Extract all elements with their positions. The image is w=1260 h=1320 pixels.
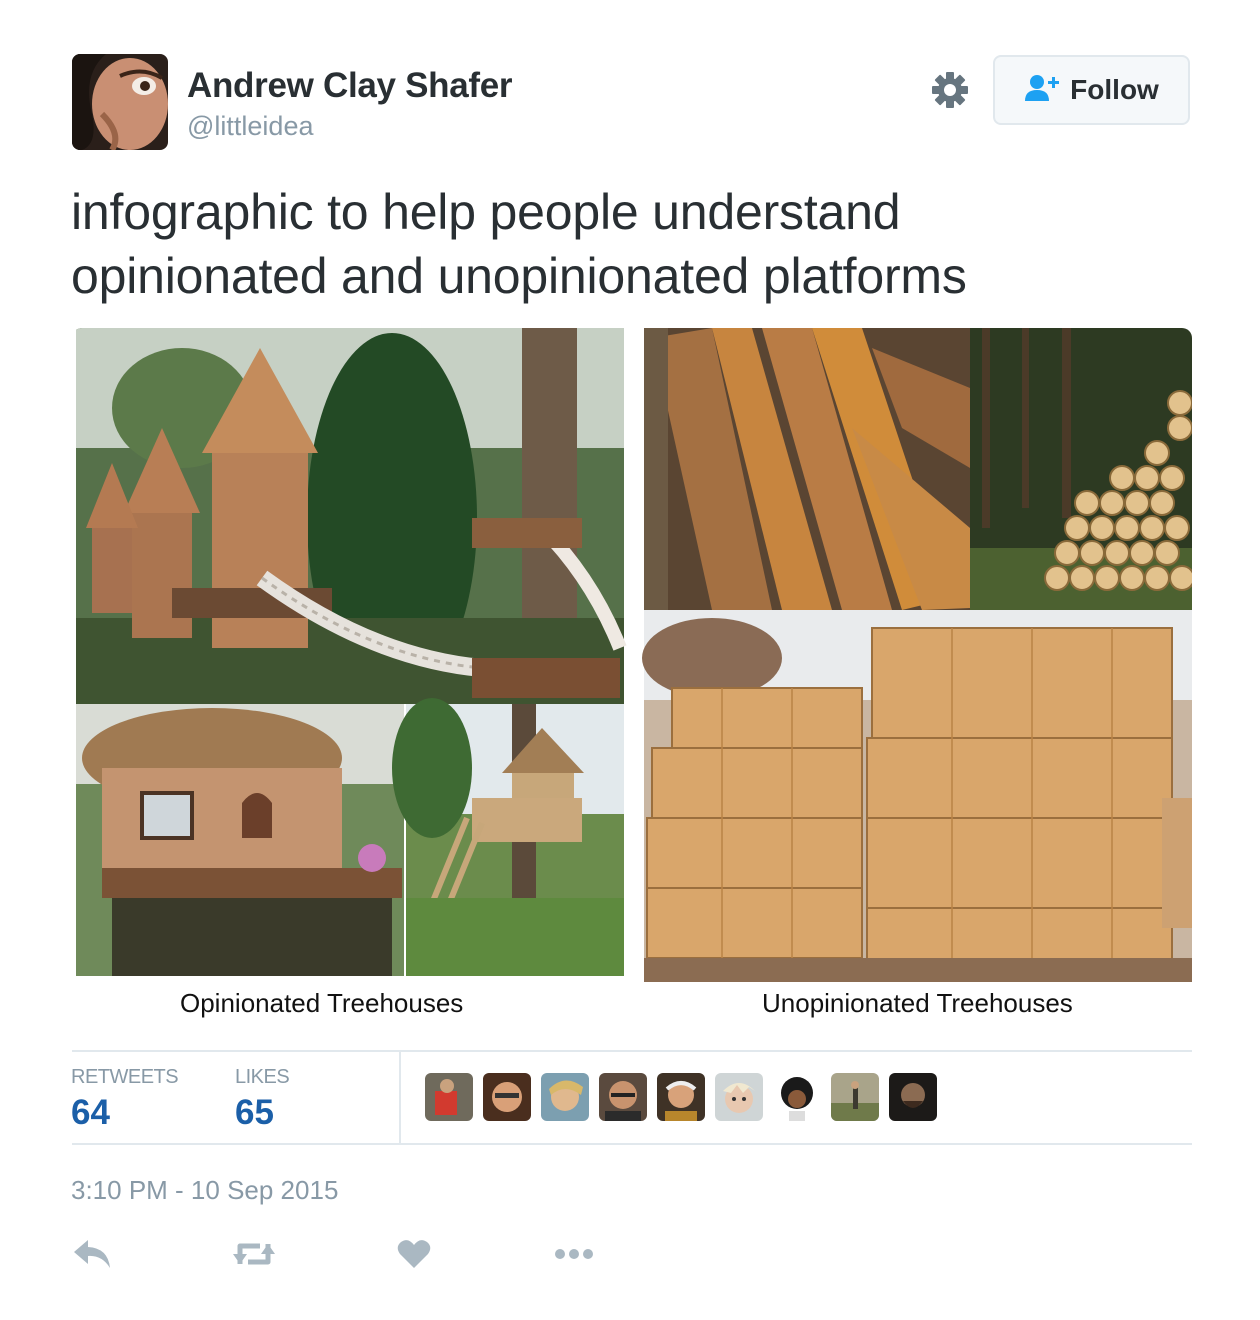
- follow-button[interactable]: Follow: [993, 55, 1190, 125]
- author-avatar[interactable]: [72, 54, 168, 150]
- liker-avatar[interactable]: [483, 1073, 531, 1121]
- divider: [72, 1143, 1192, 1145]
- reply-icon[interactable]: [70, 1232, 114, 1276]
- add-user-icon: [1024, 73, 1060, 108]
- tweet-text-line: infographic to help people understand: [71, 184, 901, 240]
- vertical-divider: [399, 1052, 401, 1144]
- liker-avatar[interactable]: [599, 1073, 647, 1121]
- more-icon[interactable]: [552, 1232, 596, 1276]
- author-name[interactable]: Andrew Clay Shafer: [187, 66, 513, 106]
- tweet-timestamp[interactable]: 3:10 PM - 10 Sep 2015: [71, 1175, 338, 1206]
- left-caption: Opinionated Treehouses: [180, 988, 464, 1018]
- retweet-icon[interactable]: [232, 1232, 276, 1276]
- liker-avatar[interactable]: [831, 1073, 879, 1121]
- liker-avatar[interactable]: [715, 1073, 763, 1121]
- tweet-media-image[interactable]: Opinionated Treehouses Unopinionated Tre…: [72, 328, 1192, 1038]
- retweets-count[interactable]: 64: [71, 1093, 110, 1133]
- likes-label: LIKES: [235, 1066, 290, 1088]
- likes-count[interactable]: 65: [235, 1093, 274, 1133]
- author-handle[interactable]: @littleidea: [187, 111, 313, 142]
- liker-avatar[interactable]: [541, 1073, 589, 1121]
- liker-avatar[interactable]: [425, 1073, 473, 1121]
- liker-avatar[interactable]: [657, 1073, 705, 1121]
- retweets-label: RETWEETS: [71, 1066, 179, 1088]
- like-icon[interactable]: [392, 1232, 436, 1276]
- liker-avatar[interactable]: [773, 1073, 821, 1121]
- infographic-image: [72, 328, 1192, 1038]
- liker-avatars: [425, 1073, 937, 1121]
- liker-avatar[interactable]: [889, 1073, 937, 1121]
- right-caption: Unopinionated Treehouses: [762, 988, 1073, 1018]
- follow-label: Follow: [1070, 74, 1159, 105]
- divider: [72, 1050, 1192, 1052]
- tweet-text-line: opinionated and unopinionated platforms: [71, 248, 967, 304]
- gear-icon[interactable]: [930, 70, 970, 110]
- tweet-text: infographic to help people understand op…: [71, 180, 1191, 308]
